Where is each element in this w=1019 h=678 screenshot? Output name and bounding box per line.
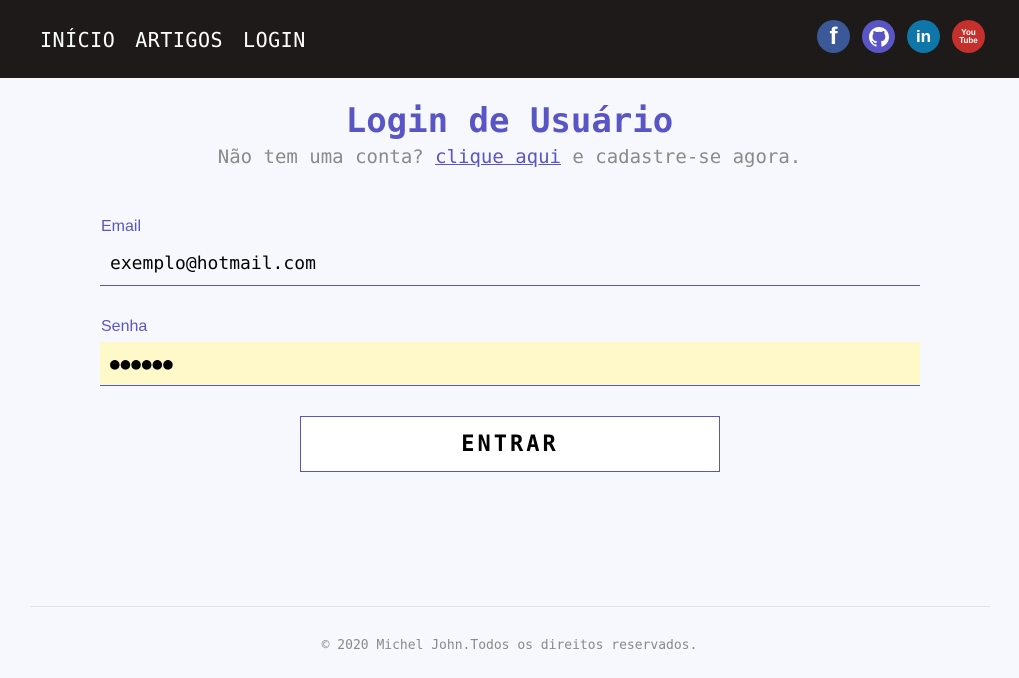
email-field[interactable] — [100, 242, 920, 286]
page-title: Login de Usuário — [345, 101, 674, 141]
submit-button[interactable]: ENTRAR — [300, 416, 720, 472]
signup-link[interactable]: clique aqui — [435, 146, 561, 168]
top-navbar: INÍCIO ARTIGOS LOGIN f in You Tube — [0, 0, 1019, 78]
youtube-glyph-bottom: Tube — [959, 35, 978, 45]
nav-link-inicio[interactable]: INÍCIO — [40, 28, 115, 52]
youtube-icon[interactable]: You Tube — [952, 20, 985, 53]
github-icon[interactable] — [862, 20, 895, 53]
social-links: f in You Tube — [817, 20, 985, 53]
facebook-icon[interactable]: f — [817, 20, 850, 53]
footer-divider — [30, 606, 990, 607]
facebook-glyph: f — [829, 22, 838, 50]
subtitle-prefix: Não tem uma conta? — [217, 146, 436, 168]
nav-link-login[interactable]: LOGIN — [243, 28, 306, 52]
linkedin-icon[interactable]: in — [907, 20, 940, 53]
main-nav: INÍCIO ARTIGOS LOGIN — [40, 28, 306, 52]
nav-link-artigos[interactable]: ARTIGOS — [135, 28, 223, 52]
subtitle-suffix: e cadastre-se agora. — [560, 146, 802, 168]
linkedin-glyph: in — [915, 26, 932, 46]
password-label: Senha — [101, 318, 148, 335]
email-label: Email — [101, 218, 142, 235]
github-glyph — [868, 26, 889, 47]
password-field[interactable] — [100, 342, 920, 386]
footer-copyright: © 2020 Michel John.Todos os direitos res… — [321, 638, 698, 653]
page-subtitle: Não tem uma conta? clique aqui e cadastr… — [0, 146, 1019, 168]
